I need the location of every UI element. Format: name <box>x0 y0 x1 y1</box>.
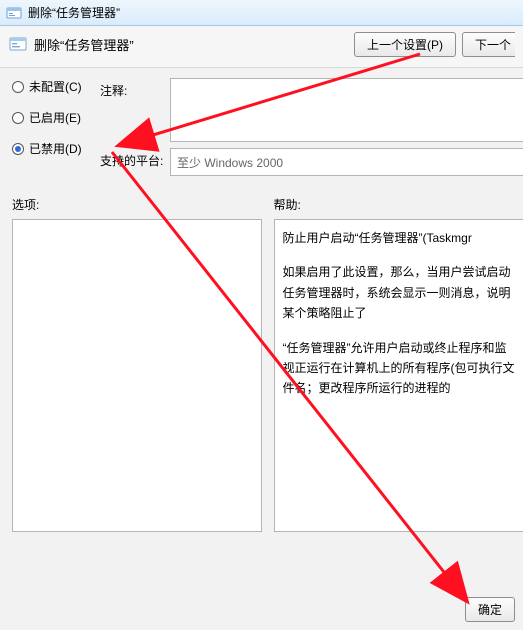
radio-label: 已启用(E) <box>29 109 81 126</box>
window-title: 删除“任务管理器” <box>28 4 120 21</box>
options-panel <box>12 219 262 532</box>
comment-label: 注释: <box>100 78 170 142</box>
radio-disabled[interactable]: 已禁用(D) <box>12 140 100 157</box>
radio-group: 未配置(C) 已启用(E) 已禁用(D) <box>0 78 100 182</box>
header-title: 删除“任务管理器” <box>34 35 134 54</box>
help-paragraph: “任务管理器”允许用户启动或终止程序和监视正运行在计算机上的所有程序(包可执行文… <box>283 338 516 399</box>
radio-label: 未配置(C) <box>29 78 82 95</box>
radio-enabled[interactable]: 已启用(E) <box>12 109 100 126</box>
ok-button[interactable]: 确定 <box>465 597 515 622</box>
help-panel: 防止用户启动“任务管理器”(Taskmgr 如果启用了此设置，那么，当用户尝试启… <box>274 219 523 532</box>
radio-icon <box>12 143 24 155</box>
header: 删除“任务管理器” 上一个设置(P) 下一个 <box>0 26 523 68</box>
prev-setting-button[interactable]: 上一个设置(P) <box>354 32 456 57</box>
footer: 确定 <box>451 589 523 630</box>
platform-label: 支持的平台: <box>100 148 170 176</box>
help-paragraph: 防止用户启动“任务管理器”(Taskmgr <box>283 228 516 248</box>
help-paragraph: 如果启用了此设置，那么，当用户尝试启动任务管理器时，系统会显示一则消息，说明某个… <box>283 262 516 323</box>
window-titlebar: 删除“任务管理器” <box>0 0 523 26</box>
next-setting-button[interactable]: 下一个 <box>462 32 515 57</box>
radio-label: 已禁用(D) <box>29 140 82 157</box>
policy-icon <box>8 35 28 55</box>
radio-icon <box>12 81 24 93</box>
platform-box: 至少 Windows 2000 <box>170 148 523 176</box>
app-icon <box>6 5 22 21</box>
radio-icon <box>12 112 24 124</box>
radio-not-configured[interactable]: 未配置(C) <box>12 78 100 95</box>
help-label: 帮助: <box>274 196 523 213</box>
options-label: 选项: <box>12 196 262 213</box>
comment-box[interactable] <box>170 78 523 142</box>
